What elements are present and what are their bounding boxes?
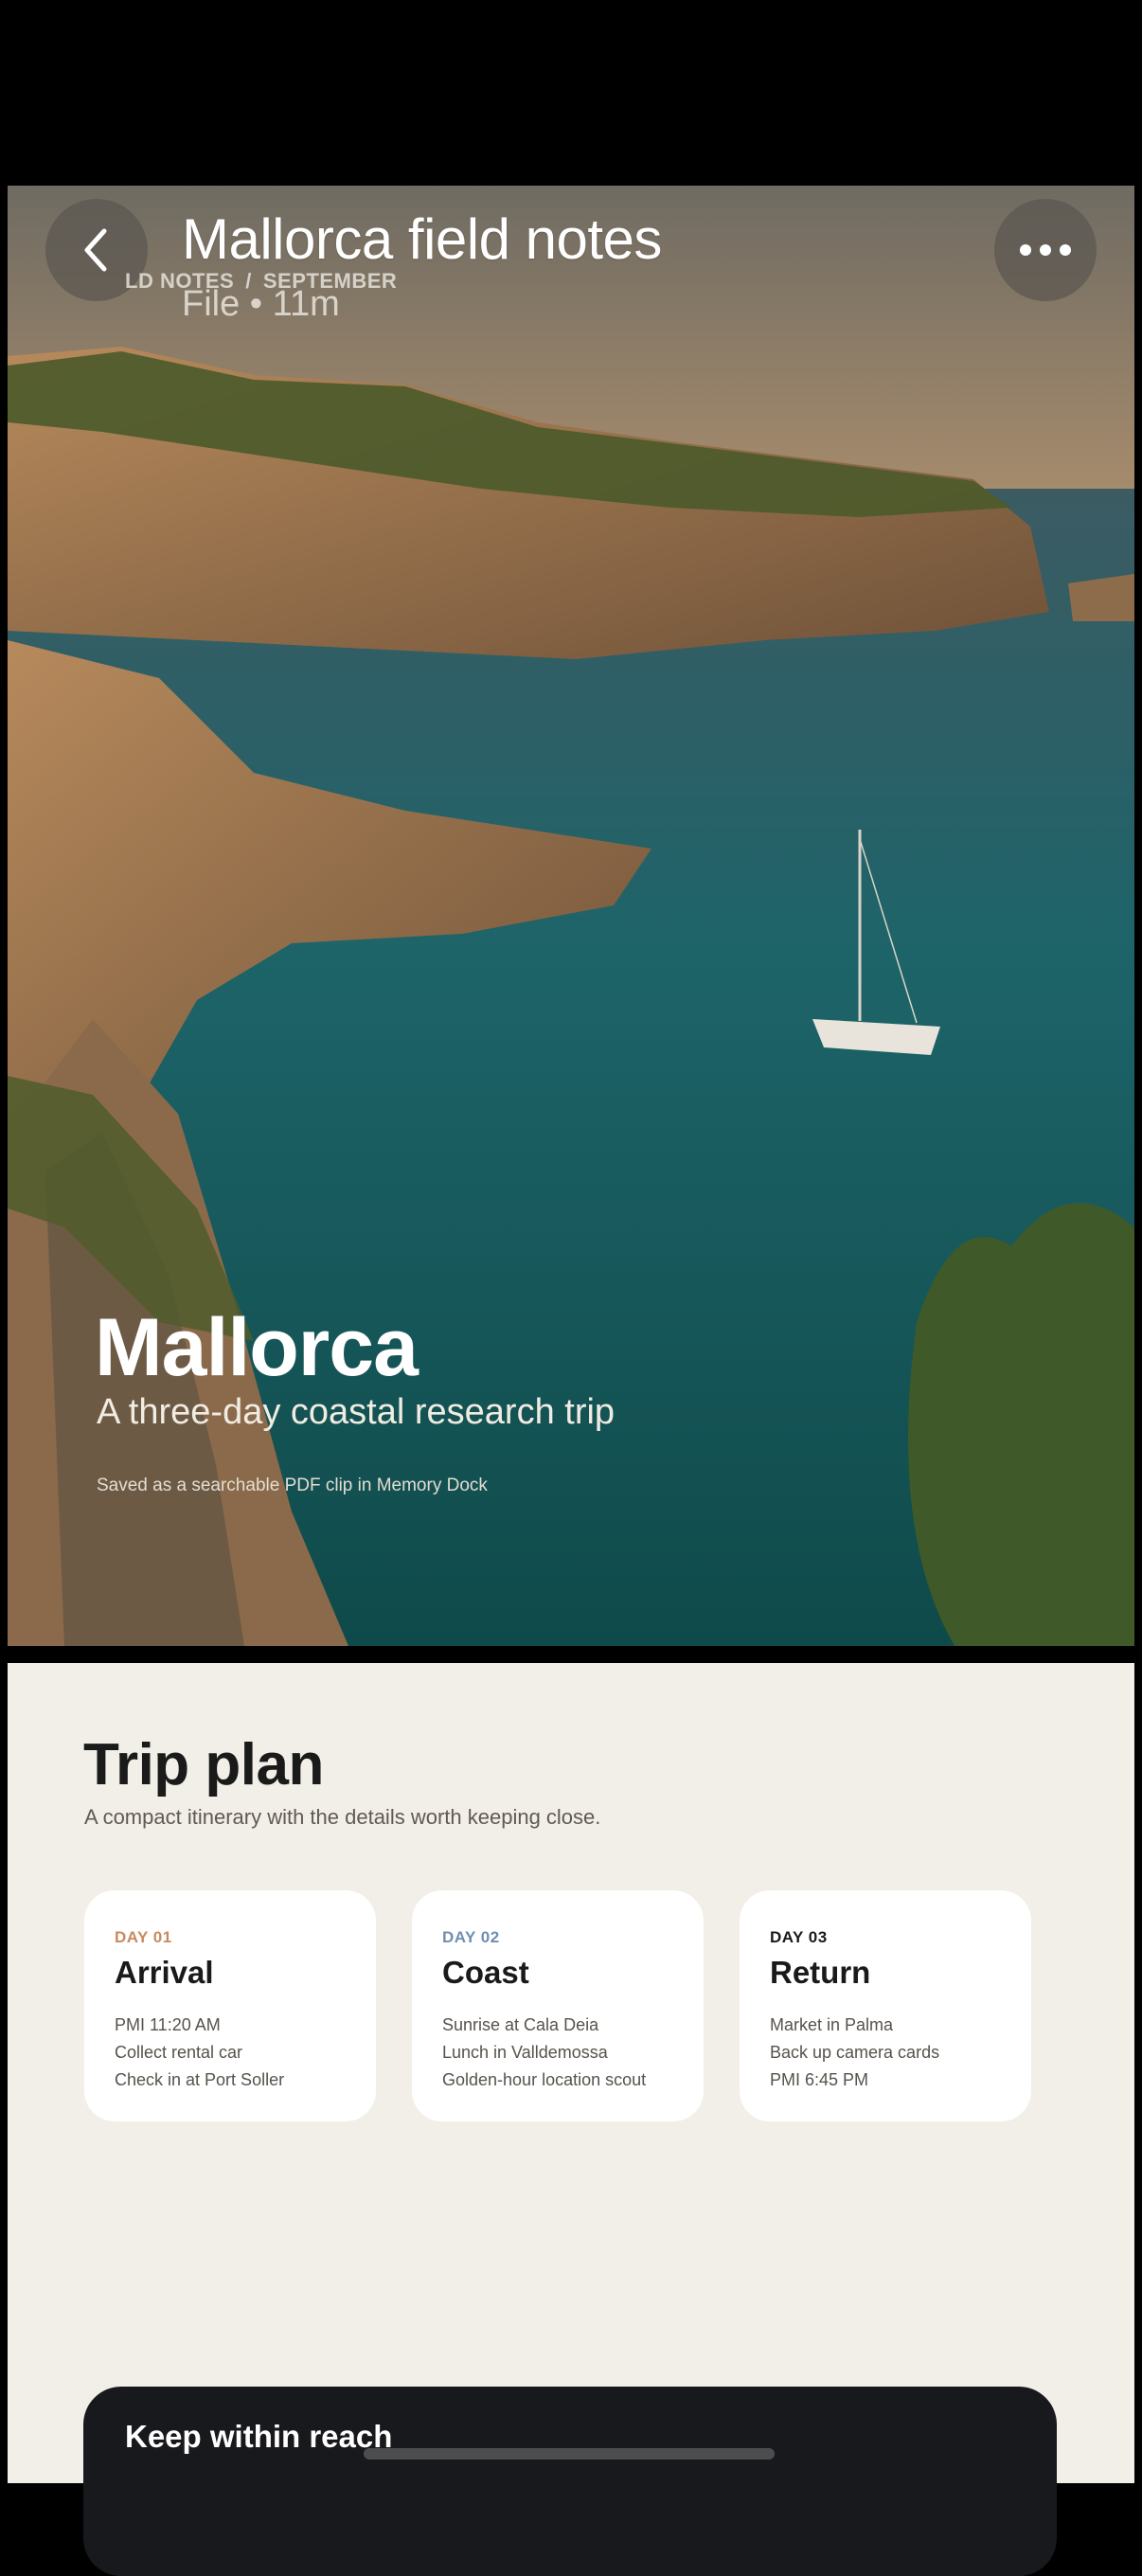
day-label: DAY 03	[770, 1928, 828, 1946]
day-title: Return	[770, 1955, 871, 1990]
hero-subtitle: A three-day coastal research trip	[97, 1392, 616, 1432]
day-items: Sunrise at Cala Deia Lunch in Valldemoss…	[442, 2012, 646, 2094]
chevron-left-icon	[84, 228, 107, 272]
list-item: PMI 6:45 PM	[770, 2070, 869, 2089]
section-heading: Trip plan	[83, 1732, 324, 1798]
hero-title: Mallorca	[95, 1302, 419, 1393]
list-item: Check in at Port Soller	[115, 2070, 285, 2089]
card-title: Keep within reach	[125, 2419, 393, 2454]
trip-plan-section: Trip plan A compact itinerary with the d…	[8, 1663, 1134, 2576]
file-meta: File • 11m	[182, 284, 340, 324]
day-label: DAY 01	[115, 1928, 172, 1946]
list-item: Collect rental car	[115, 2043, 243, 2062]
page-title: Mallorca field notes	[182, 207, 662, 271]
more-options-button[interactable]	[994, 199, 1097, 301]
day-title: Coast	[442, 1955, 529, 1990]
keep-within-reach-card[interactable]: Keep within reach	[83, 2387, 1057, 2576]
list-item: Back up camera cards	[770, 2043, 940, 2062]
day-label: DAY 02	[442, 1928, 500, 1946]
list-item: Market in Palma	[770, 2015, 894, 2034]
day-items: PMI 11:20 AM Collect rental car Check in…	[115, 2012, 284, 2094]
day-title: Arrival	[115, 1955, 214, 1990]
app-screen: Mallorca A three-day coastal research tr…	[0, 0, 1142, 2576]
list-item: PMI 11:20 AM	[115, 2015, 221, 2034]
day-card-coast[interactable]: DAY 02 Coast Sunrise at Cala Deia Lunch …	[412, 1890, 704, 2121]
list-item: Sunrise at Cala Deia	[442, 2015, 599, 2034]
list-item: Lunch in Valldemossa	[442, 2043, 608, 2062]
day-card-arrival[interactable]: DAY 01 Arrival PMI 11:20 AM Collect rent…	[84, 1890, 376, 2121]
list-item: Golden-hour location scout	[442, 2070, 647, 2089]
home-indicator[interactable]	[364, 2448, 775, 2460]
hero-photo: Mallorca A three-day coastal research tr…	[8, 186, 1134, 1646]
day-card-return[interactable]: DAY 03 Return Market in Palma Back up ca…	[740, 1890, 1031, 2121]
day-items: Market in Palma Back up camera cards PMI…	[770, 2012, 939, 2094]
more-horizontal-icon	[1020, 244, 1071, 256]
hero-caption: Saved as a searchable PDF clip in Memory…	[97, 1476, 488, 1495]
section-subheading: A compact itinerary with the details wor…	[84, 1805, 601, 1829]
